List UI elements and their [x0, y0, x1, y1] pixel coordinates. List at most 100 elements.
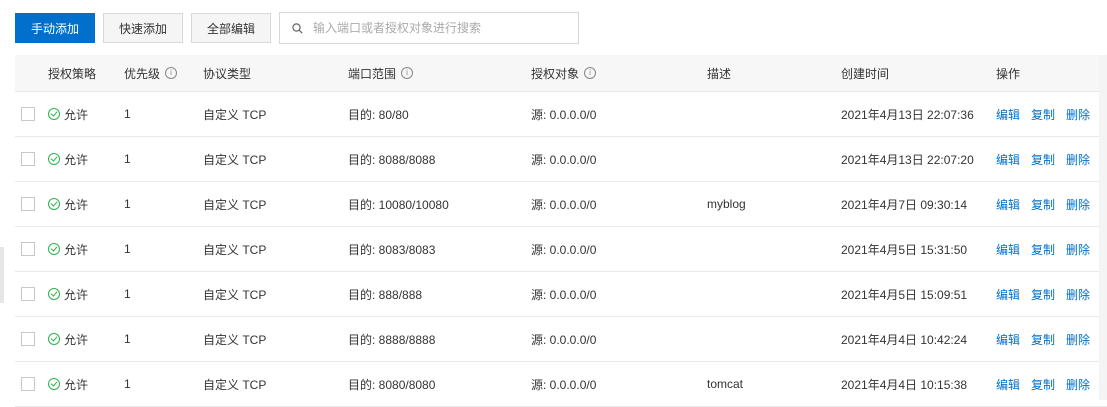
policy-cell: 允许 [48, 376, 124, 393]
ops-cell: 编辑 复制 删除 [996, 376, 1107, 393]
delete-link[interactable]: 删除 [1066, 241, 1090, 258]
quick-add-button[interactable]: 快速添加 [103, 13, 183, 43]
check-circle-icon [48, 333, 60, 345]
scrollbar[interactable] [1099, 55, 1107, 400]
priority-value: 1 [124, 107, 131, 121]
desc-value: tomcat [707, 377, 744, 391]
auth-value: 源: 0.0.0.0/0 [531, 377, 597, 392]
row-checkbox[interactable] [21, 107, 35, 121]
header-port: 端口范围 i [348, 65, 531, 82]
protocol-value: 自定义 TCP [203, 332, 267, 347]
row-checkbox[interactable] [21, 332, 35, 346]
edit-all-button[interactable]: 全部编辑 [191, 13, 271, 43]
security-rules-table: 授权策略 优先级 i 协议类型 端口范围 i 授权对象 i 描述 创建时间 操作… [15, 55, 1107, 407]
copy-link[interactable]: 复制 [1031, 286, 1055, 303]
policy-cell: 允许 [48, 241, 124, 258]
header-auth-label: 授权对象 [531, 66, 580, 81]
header-protocol: 协议类型 [203, 66, 252, 81]
priority-value: 1 [124, 152, 131, 166]
edit-link[interactable]: 编辑 [996, 196, 1020, 213]
priority-value: 1 [124, 197, 131, 211]
ops-cell: 编辑 复制 删除 [996, 286, 1107, 303]
auth-value: 源: 0.0.0.0/0 [531, 287, 597, 302]
search-input[interactable] [311, 20, 565, 36]
priority-value: 1 [124, 242, 131, 256]
delete-link[interactable]: 删除 [1066, 151, 1090, 168]
row-checkbox[interactable] [21, 377, 35, 391]
row-checkbox[interactable] [21, 242, 35, 256]
policy-value: 允许 [64, 332, 89, 347]
protocol-value: 自定义 TCP [203, 377, 267, 392]
edit-link[interactable]: 编辑 [996, 106, 1020, 123]
ops-cell: 编辑 复制 删除 [996, 106, 1107, 123]
protocol-value: 自定义 TCP [203, 107, 267, 122]
auth-value: 源: 0.0.0.0/0 [531, 152, 597, 167]
port-value: 目的: 8083/8083 [348, 242, 436, 257]
row-checkbox[interactable] [21, 287, 35, 301]
time-value: 2021年4月7日 09:30:14 [841, 197, 968, 212]
delete-link[interactable]: 删除 [1066, 106, 1090, 123]
protocol-value: 自定义 TCP [203, 152, 267, 167]
header-time: 创建时间 [841, 66, 890, 81]
ops-cell: 编辑 复制 删除 [996, 151, 1107, 168]
info-icon[interactable]: i [165, 67, 178, 79]
header-ops: 操作 [996, 66, 1021, 81]
policy-value: 允许 [64, 107, 89, 122]
time-value: 2021年4月13日 22:07:36 [841, 107, 974, 122]
auth-value: 源: 0.0.0.0/0 [531, 197, 597, 212]
policy-cell: 允许 [48, 106, 124, 123]
policy-value: 允许 [64, 197, 89, 212]
table-body: 允许 1 自定义 TCP 目的: 80/80 源: 0.0.0.0/0 2021… [15, 92, 1107, 407]
ops-cell: 编辑 复制 删除 [996, 196, 1107, 213]
manual-add-button[interactable]: 手动添加 [15, 13, 95, 43]
protocol-value: 自定义 TCP [203, 242, 267, 257]
copy-link[interactable]: 复制 [1031, 106, 1055, 123]
search-box[interactable] [279, 12, 579, 44]
header-auth: 授权对象 i [531, 65, 707, 82]
delete-link[interactable]: 删除 [1066, 376, 1090, 393]
copy-link[interactable]: 复制 [1031, 151, 1055, 168]
port-value: 目的: 80/80 [348, 107, 409, 122]
copy-link[interactable]: 复制 [1031, 376, 1055, 393]
info-icon[interactable]: i [584, 67, 597, 79]
delete-link[interactable]: 删除 [1066, 331, 1090, 348]
header-priority-label: 优先级 [124, 66, 161, 81]
copy-link[interactable]: 复制 [1031, 241, 1055, 258]
time-value: 2021年4月5日 15:31:50 [841, 242, 968, 257]
table-row: 允许 1 自定义 TCP 目的: 888/888 源: 0.0.0.0/0 20… [15, 272, 1107, 317]
time-value: 2021年4月5日 15:09:51 [841, 287, 968, 302]
policy-value: 允许 [64, 242, 89, 257]
search-icon [292, 22, 303, 34]
info-icon[interactable]: i [401, 67, 414, 79]
priority-value: 1 [124, 377, 131, 391]
delete-link[interactable]: 删除 [1066, 286, 1090, 303]
port-value: 目的: 8088/8088 [348, 152, 436, 167]
toolbar: 手动添加 快速添加 全部编辑 [15, 12, 579, 44]
check-circle-icon [48, 243, 60, 255]
copy-link[interactable]: 复制 [1031, 196, 1055, 213]
check-circle-icon [48, 198, 60, 210]
edit-link[interactable]: 编辑 [996, 151, 1020, 168]
policy-value: 允许 [64, 152, 89, 167]
protocol-value: 自定义 TCP [203, 197, 267, 212]
copy-link[interactable]: 复制 [1031, 331, 1055, 348]
header-desc: 描述 [707, 66, 732, 81]
table-row: 允许 1 自定义 TCP 目的: 80/80 源: 0.0.0.0/0 2021… [15, 92, 1107, 137]
row-checkbox[interactable] [21, 152, 35, 166]
port-value: 目的: 10080/10080 [348, 197, 449, 212]
row-check-cell [15, 107, 48, 121]
row-checkbox[interactable] [21, 197, 35, 211]
row-check-cell [15, 377, 48, 391]
header-policy: 授权策略 [48, 66, 97, 81]
edit-link[interactable]: 编辑 [996, 286, 1020, 303]
policy-value: 允许 [64, 287, 89, 302]
header-port-label: 端口范围 [348, 66, 397, 81]
table-row: 允许 1 自定义 TCP 目的: 8088/8088 源: 0.0.0.0/0 … [15, 137, 1107, 182]
edit-link[interactable]: 编辑 [996, 331, 1020, 348]
port-value: 目的: 888/888 [348, 287, 423, 302]
time-value: 2021年4月4日 10:42:24 [841, 332, 968, 347]
edit-link[interactable]: 编辑 [996, 241, 1020, 258]
delete-link[interactable]: 删除 [1066, 196, 1090, 213]
edit-link[interactable]: 编辑 [996, 376, 1020, 393]
desc-value: myblog [707, 197, 746, 211]
